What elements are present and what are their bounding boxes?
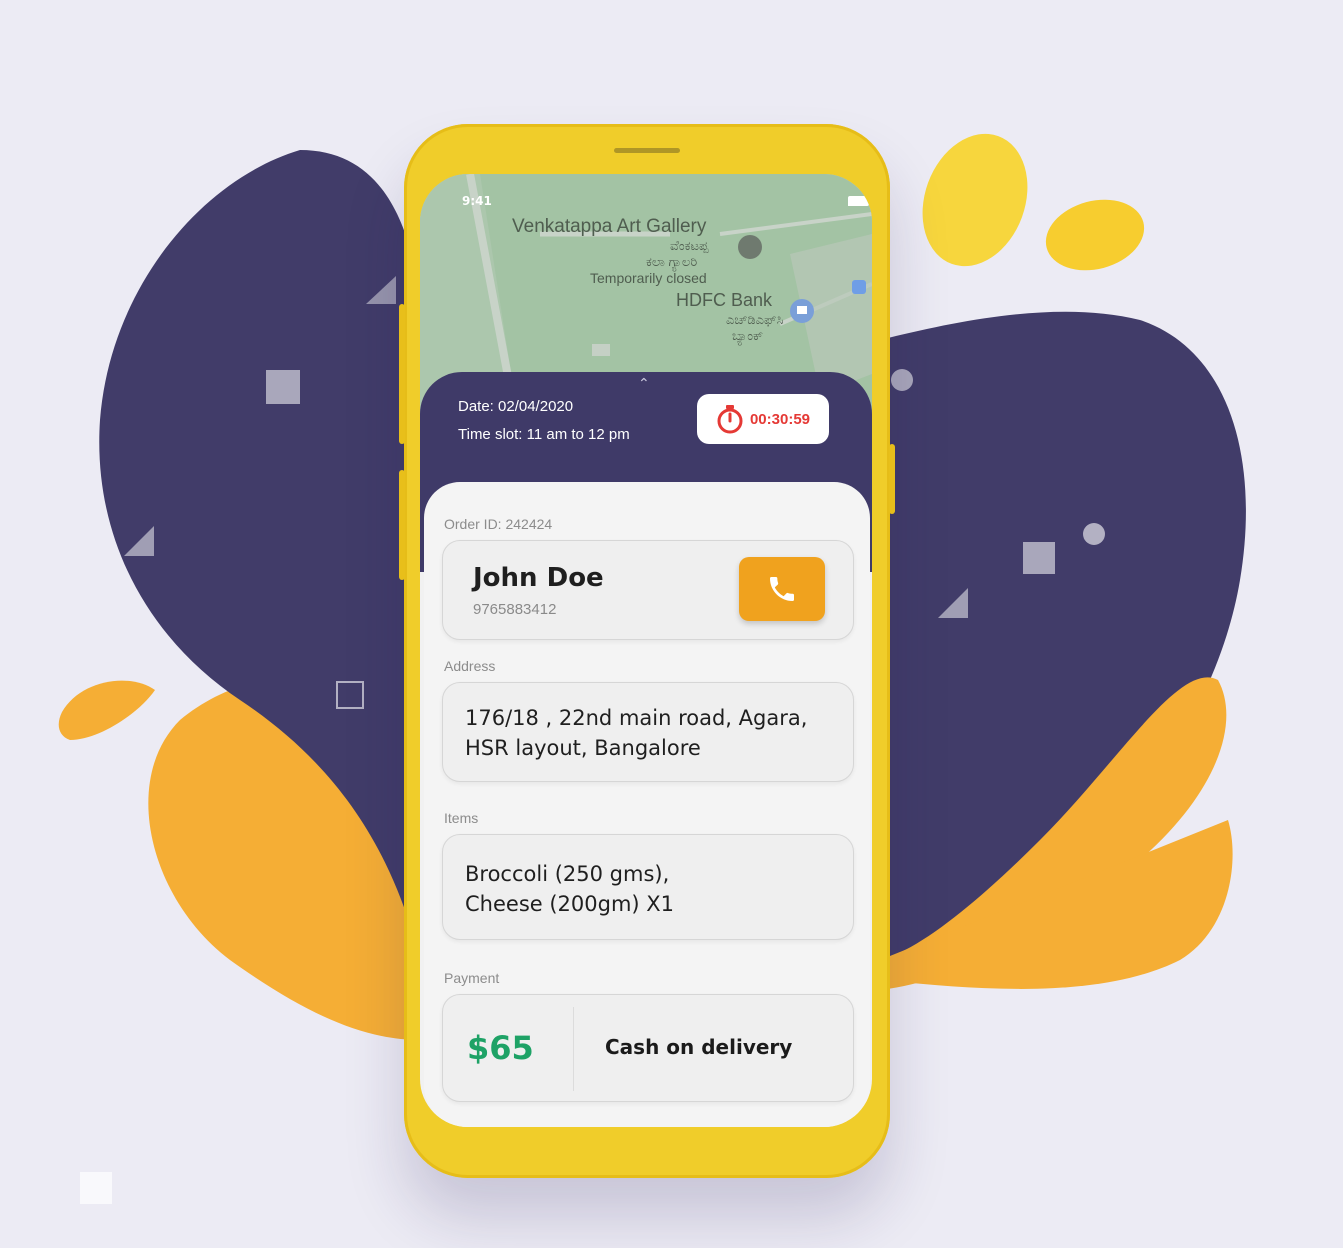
stopwatch-icon xyxy=(717,405,743,434)
customer-phone: 9765883412 xyxy=(473,601,557,618)
map-label-gallery-local-2: ಕಲಾ ಗ್ಯಾಲರಿ xyxy=(646,254,698,269)
status-bar: 9:41 xyxy=(420,194,872,214)
yellow-blob-small xyxy=(1045,199,1145,271)
payment-amount: $65 xyxy=(467,1029,534,1067)
timer-value: 00:30:59 xyxy=(749,410,811,428)
chevron-up-icon[interactable]: ⌃ xyxy=(638,376,650,392)
address-line-1: 176/18 , 22nd main road, Agara, xyxy=(465,706,808,730)
map-label-bank: HDFC Bank xyxy=(676,290,773,310)
payment-box: $65 Cash on delivery xyxy=(442,994,854,1102)
order-id-label: Order ID: 242424 xyxy=(444,516,553,532)
delivery-time-slot: Time slot: 11 am to 12 pm xyxy=(458,426,630,443)
address-line-2: HSR layout, Bangalore xyxy=(465,736,701,760)
delivery-date: Date: 02/04/2020 xyxy=(458,398,574,415)
phone-mockup: 9:41 Venkatappa Art Gallery ವೆಂಕಟಪ್ಪ ಕಲಾ… xyxy=(399,124,895,1178)
payment-divider xyxy=(573,1007,574,1091)
square-shape-right xyxy=(1023,542,1055,574)
items-line-2: Cheese (200gm) X1 xyxy=(465,892,675,916)
yellow-blob-large xyxy=(922,133,1028,267)
items-box: Broccoli (250 gms), Cheese (200gm) X1 xyxy=(442,834,854,940)
phone-icon xyxy=(770,577,794,601)
customer-name: John Doe xyxy=(473,563,604,593)
order-card: Order ID: 242424 John Doe 9765883412 Add… xyxy=(424,482,870,1127)
customer-box: John Doe 9765883412 xyxy=(442,540,854,640)
phone-side-button-left xyxy=(399,304,405,444)
orange-blob-left-small xyxy=(58,680,155,740)
phone-side-button-left-2 xyxy=(399,470,405,580)
map-label-gallery-status: Temporarily closed xyxy=(590,270,707,286)
address-box: 176/18 , 22nd main road, Agara, HSR layo… xyxy=(442,682,854,782)
app-screen: 9:41 Venkatappa Art Gallery ವೆಂಕಟಪ್ಪ ಕಲಾ… xyxy=(420,174,872,1127)
payment-label: Payment xyxy=(444,970,500,986)
phone-speaker xyxy=(614,148,680,153)
scene: 9:41 Venkatappa Art Gallery ವೆಂಕಟಪ್ಪ ಕಲಾ… xyxy=(0,0,1343,1248)
status-time: 9:41 xyxy=(462,194,492,208)
call-button[interactable] xyxy=(739,557,825,621)
phone-side-button-right xyxy=(889,444,895,514)
map-pin-icon[interactable] xyxy=(738,235,762,259)
address-label: Address xyxy=(444,658,496,674)
map-label-gallery-local-1: ವೆಂಕಟಪ್ಪ xyxy=(670,238,709,253)
payment-method: Cash on delivery xyxy=(605,1035,793,1059)
map-label-bank-local-1: ಎಚ್‌ಡಿಎಫ್‌ಸಿ xyxy=(726,312,784,327)
items-line-1: Broccoli (250 gms), xyxy=(465,862,670,886)
items-label: Items xyxy=(444,810,479,826)
dot-shape-right xyxy=(891,369,913,391)
map-label-bank-local-2: ಬ್ಯಾಂಕ್ xyxy=(732,328,764,343)
battery-icon xyxy=(848,196,872,206)
square-shape xyxy=(266,370,300,404)
dot-shape xyxy=(1083,523,1105,545)
map-label-gallery: Venkatappa Art Gallery xyxy=(512,216,707,237)
square-shape-bottom xyxy=(80,1172,112,1204)
countdown-timer: 00:30:59 xyxy=(697,394,829,444)
